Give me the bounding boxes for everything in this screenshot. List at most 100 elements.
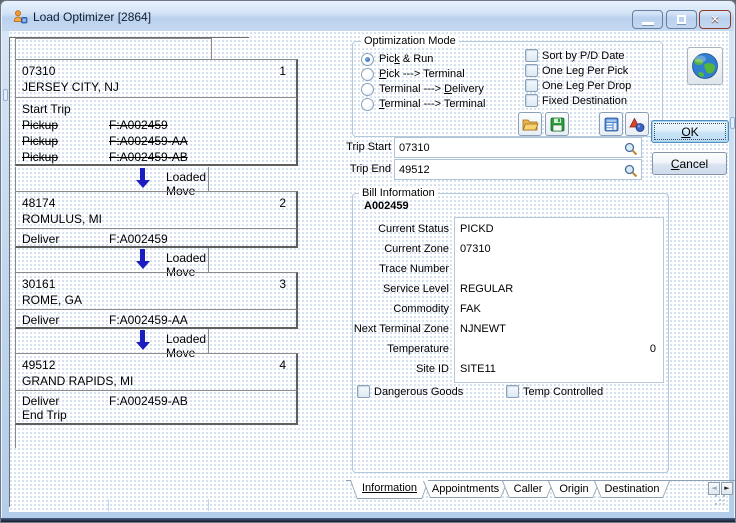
tab-destination[interactable]: Destination xyxy=(594,481,670,498)
group-title: Optimization Mode xyxy=(361,35,459,47)
tab-origin[interactable]: Origin xyxy=(548,481,600,498)
bill-field-label: Service Level xyxy=(382,283,449,295)
trip-start-field[interactable]: 07310 xyxy=(394,137,642,158)
loaded-move-3: Loaded Move xyxy=(15,329,209,360)
optimization-mode-group: Optimization Mode Pick & Run Pick ---> T… xyxy=(352,35,663,137)
checkbox-label: Dangerous Goods xyxy=(374,386,464,398)
stop-1-details[interactable]: Start Trip Pickup F:A002459 Pickup F:A0024… xyxy=(15,98,298,166)
checkbox-label: One Leg Per Drop xyxy=(542,80,632,92)
trip-end-value: 49512 xyxy=(399,164,430,176)
radio-pick-terminal[interactable] xyxy=(361,68,374,81)
stop-4-header[interactable]: 49512 4 GRAND RAPIDS, MI xyxy=(15,353,298,391)
radio-label: Terminal ---> Delivery xyxy=(379,83,484,95)
stop-4-details[interactable]: Deliver F:A002459-AB End Trip xyxy=(15,391,298,425)
radio-terminal-delivery[interactable] xyxy=(361,83,374,96)
checkbox-label: Temp Controlled xyxy=(523,386,604,398)
globe-button[interactable] xyxy=(687,47,723,85)
tab-scroll-left-icon[interactable]: ◄ xyxy=(708,482,720,495)
bill-number: A002459 xyxy=(364,200,409,212)
itinerary-panel[interactable]: 07310 1 JERSEY CITY, NJ Start Trip Pickup… xyxy=(9,37,341,507)
bill-field-value: 0 xyxy=(649,343,656,355)
optimize-button[interactable] xyxy=(625,112,649,136)
stop-city: GRAND RAPIDS, MI xyxy=(22,374,134,388)
stop-zone: 07310 xyxy=(22,64,56,78)
radio-label: Pick & Run xyxy=(379,53,434,65)
stop-action: Start Trip xyxy=(22,102,71,116)
checkbox-label: One Leg Per Pick xyxy=(542,65,629,77)
loaded-move-2: Loaded Move xyxy=(15,248,209,279)
stop-zone: 49512 xyxy=(22,358,56,372)
trip-end-label: Trip End xyxy=(349,163,391,175)
stop-sequence: 3 xyxy=(279,277,286,291)
window-bottom-edge xyxy=(1,518,735,522)
trip-start-value: 07310 xyxy=(399,142,430,154)
stop-2-header[interactable]: 48174 2 ROMULUS, MI xyxy=(15,191,298,229)
report-icon xyxy=(604,117,618,131)
minimize-button[interactable] xyxy=(632,10,663,29)
stop-city: ROMULUS, MI xyxy=(22,212,103,226)
bill-field-value: NJNEWT xyxy=(460,323,506,335)
stop-3-details[interactable]: Deliver F:A002459-AA xyxy=(15,310,298,329)
trip-start-label: Trip Start xyxy=(346,141,391,153)
stop-bill: F:A002459 xyxy=(109,118,168,132)
save-button[interactable] xyxy=(545,112,569,136)
radio-terminal-terminal[interactable] xyxy=(361,98,374,111)
frame-notch-right xyxy=(730,117,735,129)
stop-3-header[interactable]: 30161 3 ROME, GA xyxy=(15,272,298,310)
stop-bill: F:A002459-AB xyxy=(109,150,188,164)
stop-zone: 30161 xyxy=(22,277,56,291)
group-title: Bill Information xyxy=(359,187,438,199)
restore-button[interactable] xyxy=(666,10,697,29)
stop-zone: 48174 xyxy=(22,196,56,210)
arrow-down-icon xyxy=(136,168,150,188)
checkbox-temp-controlled[interactable] xyxy=(506,385,519,398)
open-button[interactable] xyxy=(518,112,542,136)
trip-start-lookup-button[interactable] xyxy=(622,140,639,157)
bill-field-label: Trace Number xyxy=(379,263,449,275)
ok-button[interactable]: OK xyxy=(651,120,729,143)
checkbox-dangerous-goods[interactable] xyxy=(357,385,370,398)
checkbox-fixed-destination[interactable] xyxy=(525,94,538,107)
trip-end-field[interactable]: 49512 xyxy=(394,159,642,180)
tab-caller[interactable]: Caller xyxy=(502,481,554,498)
checkbox-one-leg-per-drop[interactable] xyxy=(525,79,538,92)
title-bar[interactable]: Load Optimizer [2864] ✕ xyxy=(2,2,734,31)
radio-label: Pick ---> Terminal xyxy=(379,68,465,80)
close-button[interactable]: ✕ xyxy=(699,10,731,29)
tab-scroll-right-icon[interactable]: ► xyxy=(721,482,733,495)
globe-icon xyxy=(692,53,718,79)
minimize-icon xyxy=(641,21,654,25)
frame-notch-left xyxy=(3,89,8,101)
stop-bill: F:A002459-AA xyxy=(109,134,188,148)
resize-grip[interactable] xyxy=(715,495,717,497)
bill-field-label: Current Status xyxy=(378,223,449,235)
stop-action: End Trip xyxy=(22,408,67,422)
optimize-icon xyxy=(629,117,645,132)
app-icon xyxy=(13,10,28,24)
checkbox-sort-by-pd-date[interactable] xyxy=(525,49,538,62)
load-optimizer-window: Load Optimizer [2864] ✕ 07310 1 JERSEY CI… xyxy=(0,0,736,523)
trip-end-lookup-button[interactable] xyxy=(622,162,639,179)
stop-bill: F:A002459-AB xyxy=(109,394,188,408)
stop-1-header[interactable]: 07310 1 JERSEY CITY, NJ xyxy=(15,59,298,98)
radio-pick-and-run[interactable] xyxy=(361,53,374,66)
bill-field-value: FAK xyxy=(460,303,481,315)
bill-field-label: Site ID xyxy=(415,363,449,375)
arrow-down-icon xyxy=(136,249,150,269)
cancel-button[interactable]: Cancel xyxy=(652,152,727,175)
tab-appointments[interactable]: Appointments xyxy=(423,481,508,498)
magnifier-icon xyxy=(624,164,637,177)
report-button[interactable] xyxy=(599,112,623,136)
stop-bill: F:A002459-AA xyxy=(109,313,188,327)
stop-bill: F:A002459 xyxy=(109,232,168,246)
bill-field-value: PICKD xyxy=(460,223,494,235)
tab-information[interactable]: Information xyxy=(350,480,429,499)
stop-2-details[interactable]: Deliver F:A002459 xyxy=(15,229,298,248)
bill-information-group: Bill Information A002459 Current Status … xyxy=(352,187,669,473)
bill-field-label: Temperature xyxy=(387,343,449,355)
itinerary-spacer-box xyxy=(15,38,212,59)
checkbox-one-leg-per-pick[interactable] xyxy=(525,64,538,77)
stop-action: Pickup xyxy=(22,150,59,164)
bill-field-label: Commodity xyxy=(393,303,449,315)
loaded-move-1: Loaded Move xyxy=(15,167,209,198)
